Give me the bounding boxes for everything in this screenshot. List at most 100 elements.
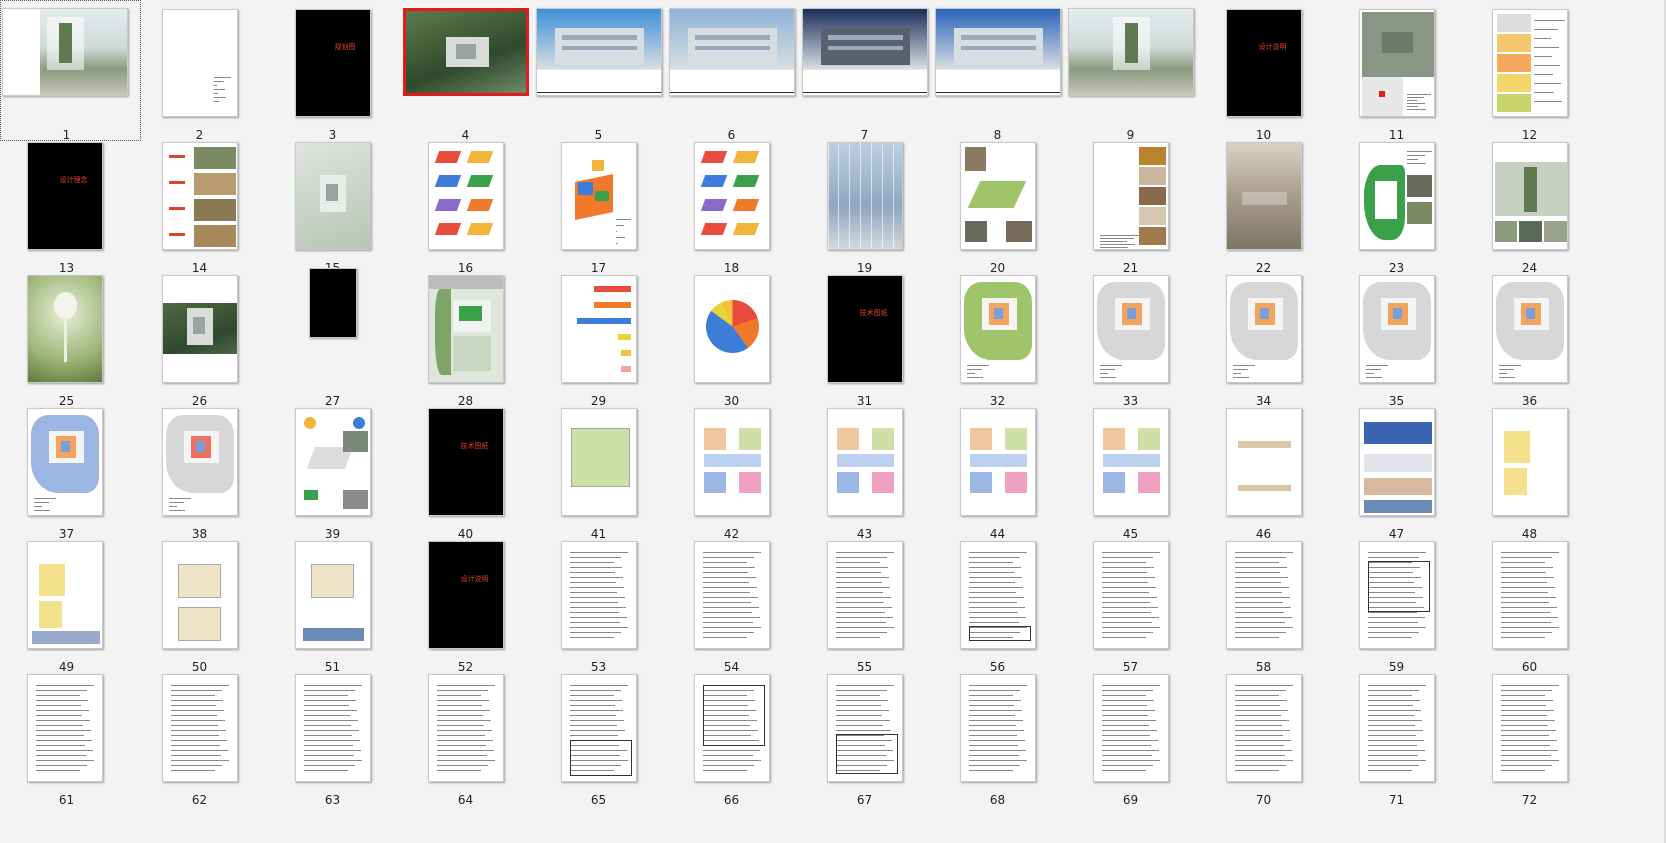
slide-thumbnail[interactable] bbox=[294, 541, 371, 649]
slide-thumbnail-cell[interactable]: 60 bbox=[1463, 532, 1604, 674]
slide-thumbnail-cell[interactable]: 12 bbox=[1463, 0, 1604, 142]
slide-thumbnail[interactable] bbox=[1358, 275, 1435, 383]
slide-thumbnail-cell[interactable]: 8 bbox=[931, 0, 1072, 142]
slide-thumbnail[interactable] bbox=[1092, 142, 1169, 250]
slide-thumbnail-cell[interactable]: 64 bbox=[399, 665, 540, 807]
slide-thumbnail-cell[interactable]: 2 bbox=[133, 0, 274, 142]
slide-thumbnail[interactable] bbox=[161, 142, 238, 250]
slide-thumbnail-cell[interactable]: 1 bbox=[0, 0, 141, 142]
slide-thumbnail[interactable] bbox=[560, 142, 637, 250]
slide-thumbnail[interactable] bbox=[1491, 275, 1568, 383]
slide-thumbnail[interactable] bbox=[161, 674, 238, 782]
slide-thumbnail-cell[interactable]: 65 bbox=[532, 665, 673, 807]
slide-thumbnail-cell[interactable]: 54 bbox=[665, 532, 806, 674]
slide-thumbnail[interactable] bbox=[959, 142, 1036, 250]
slide-thumbnail-cell[interactable]: 62 bbox=[133, 665, 274, 807]
slide-thumbnail[interactable] bbox=[1358, 9, 1435, 117]
slide-thumbnail-cell[interactable]: 69 bbox=[1064, 665, 1205, 807]
slide-thumbnail-cell[interactable]: 29 bbox=[532, 266, 673, 408]
slide-thumbnail-cell[interactable]: 47 bbox=[1330, 399, 1471, 541]
slide-thumbnail-cell[interactable]: 50 bbox=[133, 532, 274, 674]
slide-thumbnail-cell[interactable]: 14 bbox=[133, 133, 274, 275]
slide-thumbnail-cell[interactable]: 24 bbox=[1463, 133, 1604, 275]
slide-thumbnail[interactable] bbox=[959, 275, 1036, 383]
slide-thumbnail-cell[interactable]: 58 bbox=[1197, 532, 1338, 674]
slide-thumbnail[interactable] bbox=[1067, 8, 1194, 96]
slide-thumbnail-cell[interactable]: 70 bbox=[1197, 665, 1338, 807]
slide-thumbnail-cell[interactable]: 43 bbox=[798, 399, 939, 541]
slide-thumbnail[interactable] bbox=[1092, 275, 1169, 383]
slide-thumbnail-cell[interactable]: 38 bbox=[133, 399, 274, 541]
slide-thumbnail[interactable] bbox=[560, 541, 637, 649]
slide-thumbnail[interactable]: 设计理念 bbox=[26, 142, 103, 250]
slide-thumbnail-cell[interactable]: 18 bbox=[665, 133, 806, 275]
slide-thumbnail-cell[interactable]: 51 bbox=[266, 532, 407, 674]
slide-thumbnail[interactable]: 设计说明 bbox=[1225, 9, 1302, 117]
slide-thumbnail[interactable] bbox=[1092, 408, 1169, 516]
slide-thumbnail[interactable] bbox=[826, 541, 903, 649]
slide-thumbnail[interactable] bbox=[26, 275, 103, 383]
slide-thumbnail[interactable] bbox=[560, 408, 637, 516]
slide-thumbnail-cell[interactable]: 5 bbox=[532, 0, 673, 142]
slide-thumbnail[interactable] bbox=[668, 8, 795, 96]
slide-thumbnail-cell[interactable]: 21 bbox=[1064, 133, 1205, 275]
slide-thumbnail-cell[interactable]: 19 bbox=[798, 133, 939, 275]
slide-thumbnail[interactable] bbox=[1092, 674, 1169, 782]
slide-thumbnail-cell[interactable]: 42 bbox=[665, 399, 806, 541]
slide-thumbnail-cell[interactable]: 72 bbox=[1463, 665, 1604, 807]
slide-thumbnail[interactable] bbox=[693, 408, 770, 516]
slide-thumbnail[interactable] bbox=[1491, 408, 1568, 516]
slide-thumbnail[interactable]: 技术图纸 bbox=[427, 408, 504, 516]
slide-thumbnail-cell[interactable]: 53 bbox=[532, 532, 673, 674]
slide-thumbnail[interactable] bbox=[1225, 541, 1302, 649]
slide-thumbnail[interactable] bbox=[535, 8, 662, 96]
slide-thumbnail-cell[interactable]: 48 bbox=[1463, 399, 1604, 541]
slide-thumbnail-cell[interactable]: 59 bbox=[1330, 532, 1471, 674]
slide-thumbnail[interactable]: 规划图 bbox=[294, 9, 371, 117]
slide-thumbnail[interactable] bbox=[1358, 142, 1435, 250]
slide-thumbnail[interactable] bbox=[959, 541, 1036, 649]
slide-thumbnail-cell[interactable]: 设计说明 52 bbox=[399, 532, 540, 674]
slide-thumbnail-cell[interactable]: 23 bbox=[1330, 133, 1471, 275]
slide-thumbnail-cell[interactable]: 36 bbox=[1463, 266, 1604, 408]
slide-thumbnail-cell[interactable]: 71 bbox=[1330, 665, 1471, 807]
slide-thumbnail-cell[interactable]: 44 bbox=[931, 399, 1072, 541]
slide-thumbnail[interactable] bbox=[826, 674, 903, 782]
slide-thumbnail-cell[interactable]: 56 bbox=[931, 532, 1072, 674]
slide-thumbnail[interactable] bbox=[26, 541, 103, 649]
slide-thumbnail[interactable] bbox=[1358, 541, 1435, 649]
slide-thumbnail[interactable] bbox=[427, 275, 504, 383]
slide-thumbnail-cell[interactable]: 34 bbox=[1197, 266, 1338, 408]
slide-thumbnail[interactable] bbox=[1491, 9, 1568, 117]
slide-thumbnail[interactable] bbox=[161, 408, 238, 516]
slide-thumbnail[interactable] bbox=[826, 408, 903, 516]
slide-thumbnail-cell[interactable]: 27 bbox=[266, 266, 407, 408]
slide-thumbnail[interactable] bbox=[1225, 408, 1302, 516]
slide-thumbnail[interactable] bbox=[161, 275, 238, 383]
slide-thumbnail[interactable] bbox=[1491, 541, 1568, 649]
slide-thumbnail-cell[interactable]: 30 bbox=[665, 266, 806, 408]
slide-thumbnail[interactable] bbox=[693, 142, 770, 250]
slide-thumbnail[interactable] bbox=[1225, 275, 1302, 383]
slide-thumbnail-cell[interactable]: 67 bbox=[798, 665, 939, 807]
slide-thumbnail[interactable]: 技术图纸 bbox=[826, 275, 903, 383]
slide-thumbnail-cell[interactable]: 22 bbox=[1197, 133, 1338, 275]
slide-thumbnail-cell[interactable]: 规划图 3 bbox=[266, 0, 407, 142]
slide-thumbnail-cell[interactable]: 63 bbox=[266, 665, 407, 807]
slide-thumbnail[interactable] bbox=[161, 9, 238, 117]
slide-thumbnail[interactable] bbox=[1225, 142, 1302, 250]
slide-thumbnail-cell[interactable]: 20 bbox=[931, 133, 1072, 275]
slide-thumbnail-cell[interactable]: 技术图纸 40 bbox=[399, 399, 540, 541]
slide-thumbnail-cell[interactable]: 6 bbox=[665, 0, 806, 142]
slide-thumbnail-cell[interactable]: 61 bbox=[0, 665, 141, 807]
slide-thumbnail[interactable]: 设计说明 bbox=[427, 541, 504, 649]
slide-thumbnail-cell[interactable]: 28 bbox=[399, 266, 540, 408]
slide-thumbnail-cell[interactable]: 7 bbox=[798, 0, 939, 142]
slide-thumbnail[interactable] bbox=[693, 541, 770, 649]
slide-thumbnail-cell[interactable]: 25 bbox=[0, 266, 141, 408]
slide-thumbnail[interactable] bbox=[1225, 674, 1302, 782]
slide-thumbnail-cell[interactable]: 11 bbox=[1330, 0, 1471, 142]
slide-thumbnail-cell[interactable]: 55 bbox=[798, 532, 939, 674]
slide-thumbnail[interactable] bbox=[26, 408, 103, 516]
slide-thumbnail[interactable] bbox=[1358, 408, 1435, 516]
